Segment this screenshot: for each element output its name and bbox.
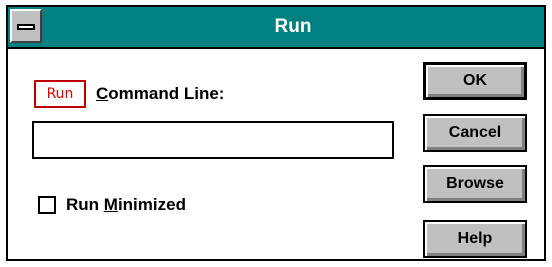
run-dialog-window: Run Run Command Line: Run Minimized OK C… xyxy=(6,5,546,261)
command-line-input[interactable] xyxy=(32,121,394,159)
run-minimized-label-prefix: Run xyxy=(66,195,104,214)
command-line-label: Command Line: xyxy=(96,81,224,107)
system-menu-bar xyxy=(17,24,35,30)
run-minimized-label[interactable]: Run Minimized xyxy=(66,195,186,215)
cancel-button[interactable]: Cancel xyxy=(423,114,527,152)
system-menu-icon[interactable] xyxy=(10,9,42,43)
command-line-label-rest: ommand Line: xyxy=(108,84,225,103)
run-minimized-option[interactable]: Run Minimized xyxy=(38,193,186,217)
ok-button[interactable]: OK xyxy=(423,62,527,100)
run-icon: Run xyxy=(34,80,86,108)
dialog-client-area: Run Command Line: Run Minimized OK Cance… xyxy=(8,49,544,259)
window-title: Run xyxy=(274,16,312,37)
run-minimized-label-rest: inimized xyxy=(117,195,186,214)
help-button[interactable]: Help xyxy=(423,220,527,258)
run-minimized-mnemonic: M xyxy=(103,195,118,214)
run-minimized-checkbox[interactable] xyxy=(38,196,56,214)
command-line-mnemonic: C xyxy=(96,84,109,103)
title-bar[interactable]: Run xyxy=(8,7,544,49)
browse-button[interactable]: Browse xyxy=(423,165,527,203)
